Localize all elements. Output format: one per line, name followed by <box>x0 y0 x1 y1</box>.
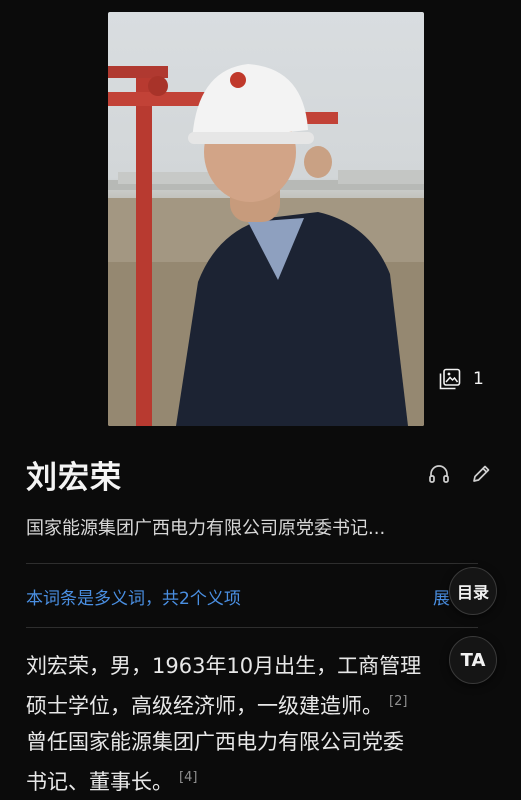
body-line: 书记、董事长。 [4] <box>26 770 198 794</box>
image-gallery-icon <box>439 368 461 390</box>
body-line: 刘宏荣，男，1963年10月出生，工商管理 <box>26 654 422 678</box>
body-line: 硕士学位，高级经济师，一级建造师。 [2] <box>26 694 408 718</box>
image-count-text: 1 <box>473 369 484 389</box>
title-actions <box>427 462 493 490</box>
profile-photo-illustration <box>108 64 424 426</box>
page-title: 刘宏荣 <box>26 460 122 496</box>
image-count-badge[interactable]: 1 <box>439 368 484 390</box>
divider <box>26 563 478 564</box>
article-summary: 国家能源集团广西电力有限公司原党委书记... <box>26 518 386 539</box>
divider <box>26 627 478 628</box>
toc-button[interactable]: 目录 <box>449 567 497 615</box>
toc-button-label: 目录 <box>456 583 489 602</box>
profile-photo[interactable] <box>108 12 424 426</box>
ta-button-label: TA <box>460 649 486 671</box>
body-line: 曾任国家能源集团广西电力有限公司党委 <box>26 730 404 754</box>
citation-link[interactable]: [2] <box>389 694 407 709</box>
article-body: 刘宏荣，男，1963年10月出生，工商管理 硕士学位，高级经济师，一级建造师。[… <box>26 648 506 800</box>
polysemy-link[interactable]: 本词条是多义词，共2个义项 <box>26 584 241 609</box>
headphones-icon[interactable] <box>427 462 451 490</box>
citation-link[interactable]: [4] <box>179 770 197 785</box>
pencil-edit-icon[interactable] <box>469 462 493 490</box>
ta-button[interactable]: TA <box>449 636 497 684</box>
expand-link[interactable]: 展 <box>433 584 450 609</box>
